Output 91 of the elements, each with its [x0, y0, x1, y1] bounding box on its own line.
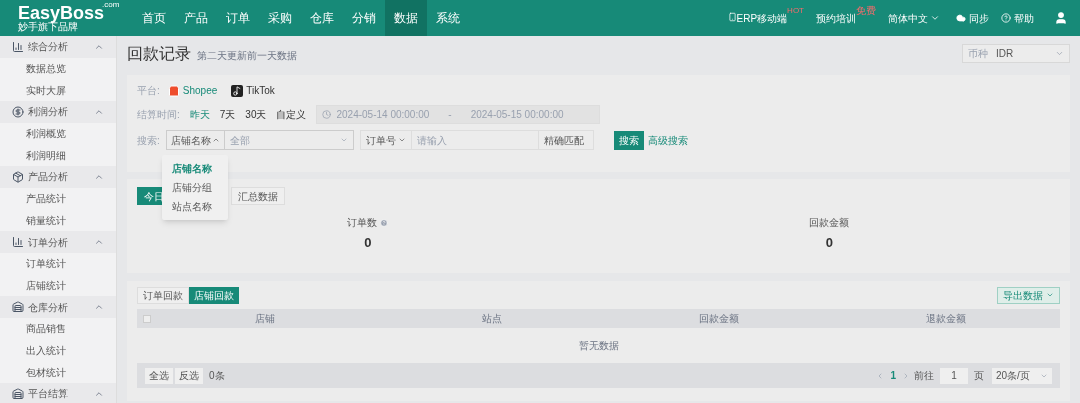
language-select[interactable]: 简体中文	[888, 10, 940, 26]
time-option[interactable]: 自定义	[276, 107, 307, 122]
hot-label: HOT	[787, 4, 804, 15]
mobile-link[interactable]: ERP移动端	[736, 10, 788, 26]
help-button[interactable]: 帮助	[1001, 10, 1034, 26]
chevron-down-icon	[1055, 49, 1064, 58]
platform-option[interactable]: Shopee	[167, 83, 218, 98]
metric-value: 0	[825, 234, 833, 252]
bar-chart-icon	[12, 236, 24, 249]
next-page-icon[interactable]	[902, 371, 910, 380]
time-option[interactable]: 7天	[219, 107, 236, 122]
select-all-button[interactable]: 全选	[145, 367, 173, 384]
clock-icon	[322, 110, 332, 119]
bag-icon	[167, 84, 180, 97]
sidebar-item[interactable]: 店铺统计	[0, 274, 116, 297]
goto-label: 前往	[914, 369, 934, 383]
nav-tab[interactable]: 分销	[343, 0, 385, 36]
time-label: 结算时间:	[137, 108, 180, 122]
sidebar-group[interactable]: 利润分析	[0, 101, 116, 123]
nav-tab[interactable]: 产品	[175, 0, 217, 36]
table-tab[interactable]: 店铺回款	[189, 286, 239, 304]
phone-icon	[727, 11, 737, 22]
order-input-field[interactable]: 请输入	[411, 130, 538, 150]
nav-tab[interactable]: 系统	[427, 0, 469, 36]
checkbox[interactable]	[143, 314, 151, 323]
nav-tab[interactable]: 采购	[259, 0, 301, 36]
nav-tab[interactable]: 首页	[133, 0, 175, 36]
invert-selection-button[interactable]: 反选	[175, 367, 203, 384]
nav-tab[interactable]: 数据	[385, 0, 427, 36]
chevron-down-icon	[930, 13, 940, 23]
time-option[interactable]: 30天	[245, 107, 267, 122]
sidebar-item[interactable]: 出入统计	[0, 339, 116, 362]
exact-match-toggle[interactable]: 精确匹配	[537, 130, 594, 150]
sidebar-item[interactable]: 利润概览	[0, 122, 116, 145]
advanced-search-link[interactable]: 高级搜索	[647, 132, 688, 148]
page-unit: 页	[974, 369, 984, 383]
cloud-icon	[956, 13, 966, 23]
column-header: 回款金额	[698, 312, 741, 326]
currency-select[interactable]: 币种 IDR	[962, 44, 1070, 63]
chevron-down-icon	[397, 136, 406, 144]
time-option[interactable]: 昨天	[189, 107, 210, 122]
music-note-icon	[231, 84, 244, 97]
column-header: 站点	[480, 312, 503, 326]
coin-icon	[12, 105, 24, 118]
training-link[interactable]: 预约培训	[816, 10, 856, 26]
page-title: 回款记录	[127, 43, 191, 64]
column-header: 退款金额	[925, 312, 968, 326]
sidebar-group[interactable]: 产品分析	[0, 166, 116, 188]
sync-button[interactable]: 同步	[956, 10, 989, 26]
sidebar-group[interactable]: 订单分析	[0, 231, 116, 253]
sidebar-item[interactable]: 订单统计	[0, 252, 116, 275]
sidebar-group[interactable]: 平台结算	[0, 383, 116, 403]
sidebar-item[interactable]: 利润明细	[0, 144, 116, 167]
table-tab[interactable]: 订单回款	[137, 286, 189, 304]
sidebar-item[interactable]: 商品销售	[0, 317, 116, 340]
metric-label: 订单数	[347, 216, 378, 230]
metric-value: 0	[364, 234, 372, 252]
dropdown-item[interactable]: 店铺名称	[162, 159, 228, 178]
warehouse-icon	[12, 387, 24, 400]
free-label: 免费	[856, 3, 876, 16]
user-icon[interactable]	[1054, 11, 1068, 25]
sidebar-group[interactable]: 仓库分析	[0, 296, 116, 318]
logo-suffix: .com	[102, 1, 120, 9]
search-button[interactable]: 搜索	[613, 130, 644, 150]
column-header: 店铺	[253, 312, 276, 326]
export-button[interactable]: 导出数据	[997, 286, 1060, 304]
search-label: 搜索:	[137, 133, 160, 148]
sidebar-item[interactable]: 产品统计	[0, 187, 116, 210]
page-subtitle: 第二天更新前一天数据	[197, 49, 297, 63]
nav-tab[interactable]: 仓库	[301, 0, 343, 36]
page-size-select[interactable]: 20条/页	[992, 367, 1052, 384]
sidebar-item[interactable]: 实时大屏	[0, 79, 116, 102]
sidebar-item[interactable]: 销量统计	[0, 209, 116, 232]
sidebar-item[interactable]: 数据总览	[0, 57, 116, 80]
sidebar-group[interactable]: 综合分析	[0, 36, 116, 58]
nav-tab[interactable]: 订单	[217, 0, 259, 36]
help-icon	[1001, 13, 1011, 23]
platform-label: 平台:	[137, 84, 160, 98]
page-input[interactable]: 1	[940, 367, 968, 384]
warehouse-icon	[12, 301, 24, 314]
logo-tagline: 妙手旗下品牌	[18, 22, 78, 32]
chart-icon	[12, 40, 24, 53]
metric-label: 回款金额	[809, 216, 850, 230]
stats-tab[interactable]: 汇总数据	[231, 187, 285, 205]
empty-message: 暂无数据	[578, 339, 619, 353]
record-count: 0条	[209, 369, 225, 383]
sidebar-item[interactable]: 包材统计	[0, 361, 116, 383]
platform-option[interactable]: TikTok	[231, 83, 275, 98]
box-icon	[12, 170, 24, 183]
chevron-down-icon	[1046, 291, 1054, 299]
order-field-select[interactable]: 订单号	[359, 130, 412, 150]
